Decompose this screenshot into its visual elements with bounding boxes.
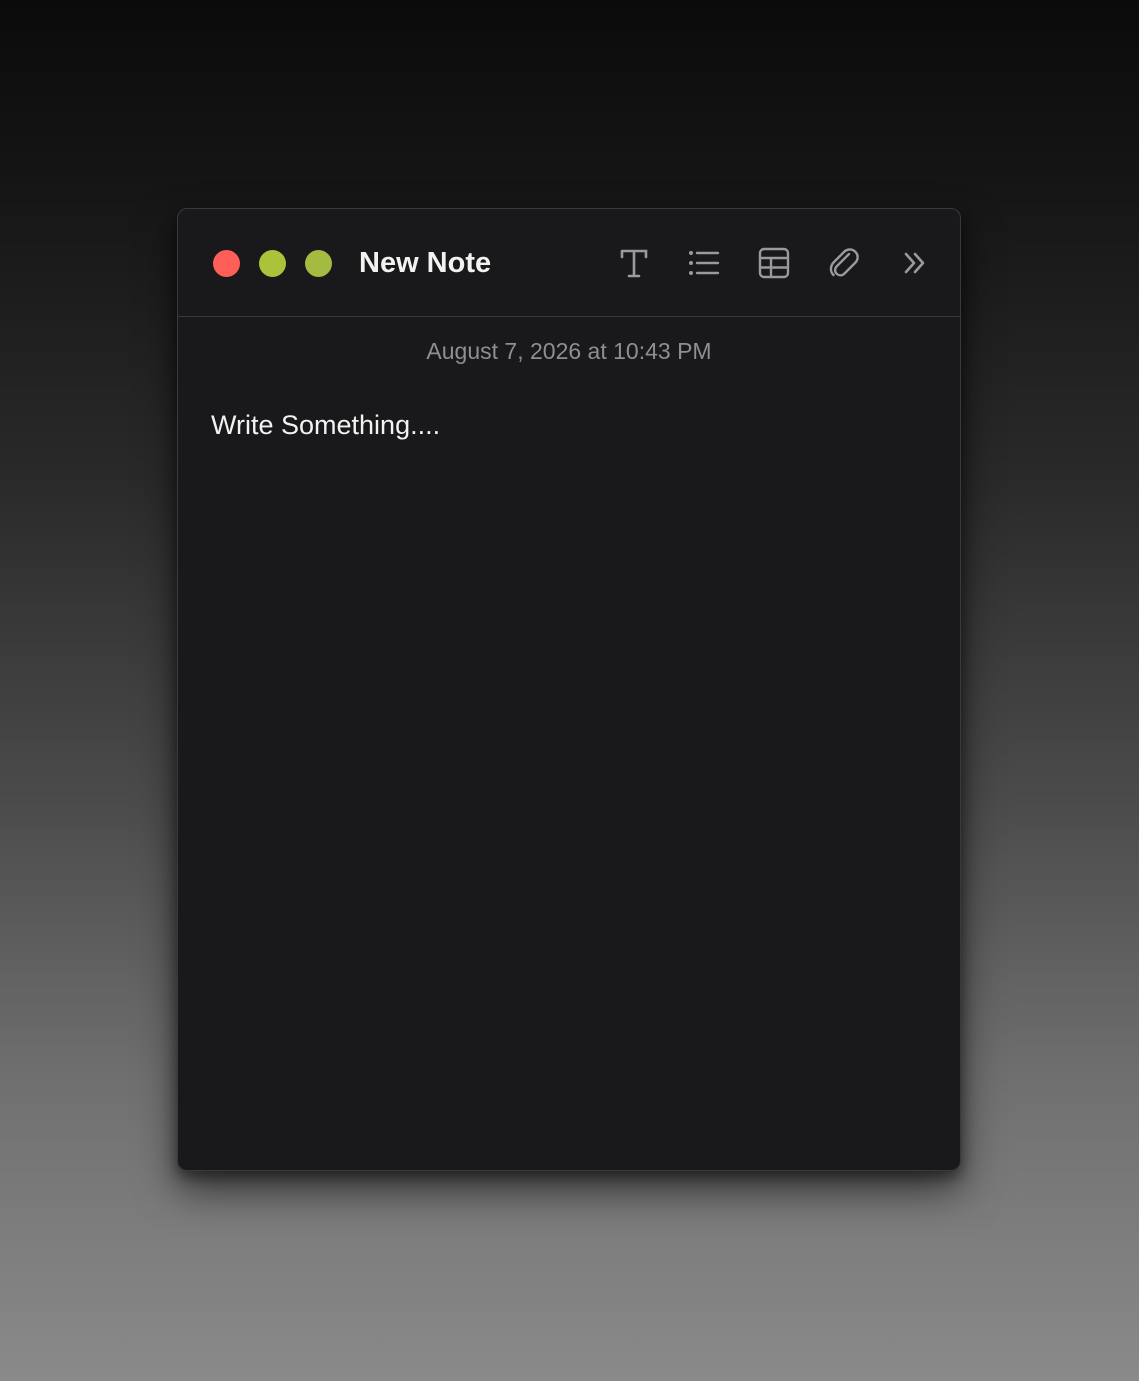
attach-button[interactable]	[824, 243, 864, 283]
more-button[interactable]	[895, 243, 935, 283]
note-window: New Note August 7, 2026 at 10:43 PM Writ…	[177, 208, 961, 1171]
note-body-editor[interactable]: Write Something....	[211, 408, 927, 442]
table-icon	[758, 247, 790, 279]
checklist-icon	[688, 250, 720, 276]
note-date: August 7, 2026 at 10:43 PM	[426, 338, 712, 364]
table-button[interactable]	[754, 243, 794, 283]
text-format-icon	[619, 247, 649, 279]
titlebar: New Note	[178, 209, 960, 317]
zoom-button[interactable]	[305, 250, 332, 277]
close-button[interactable]	[213, 250, 240, 277]
checklist-button[interactable]	[684, 243, 724, 283]
chevron-double-right-icon	[903, 251, 927, 275]
paperclip-icon	[827, 246, 861, 280]
text-format-button[interactable]	[614, 243, 654, 283]
minimize-button[interactable]	[259, 250, 286, 277]
window-title: New Note	[359, 247, 492, 279]
